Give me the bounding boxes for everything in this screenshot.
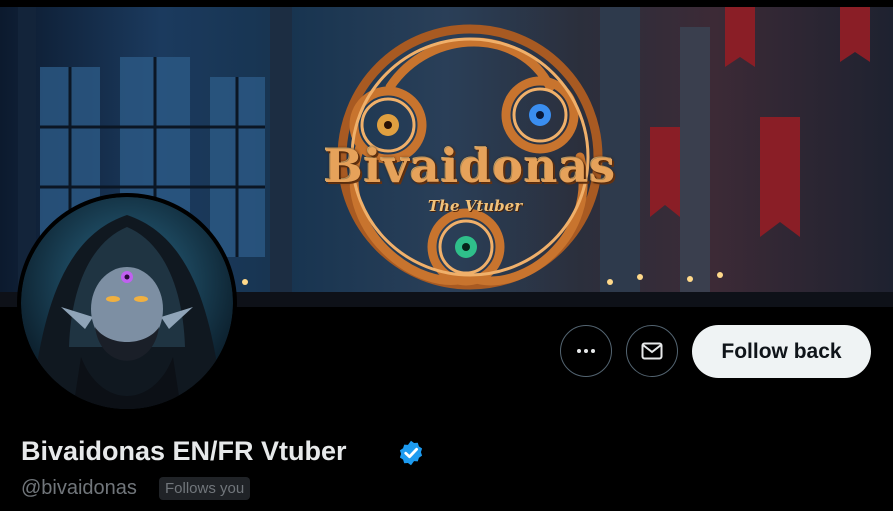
- profile-display-name: Bivaidonas EN/FR Vtuber: [21, 436, 347, 466]
- verified-badge-icon[interactable]: [397, 439, 425, 467]
- envelope-icon: [641, 342, 663, 360]
- banner-logo-title: Bivaidonas: [323, 139, 617, 193]
- more-options-button[interactable]: [560, 325, 612, 377]
- message-button[interactable]: [626, 325, 678, 377]
- profile-handle: @bivaidonas: [21, 477, 137, 499]
- profile-avatar[interactable]: [21, 197, 233, 409]
- more-horizontal-icon: [577, 349, 595, 353]
- follow-back-button[interactable]: Follow back: [692, 325, 871, 378]
- follows-you-badge: Follows you: [159, 477, 251, 500]
- avatar-image: [21, 197, 233, 409]
- banner-logo-subtitle: The Vtuber: [427, 197, 523, 215]
